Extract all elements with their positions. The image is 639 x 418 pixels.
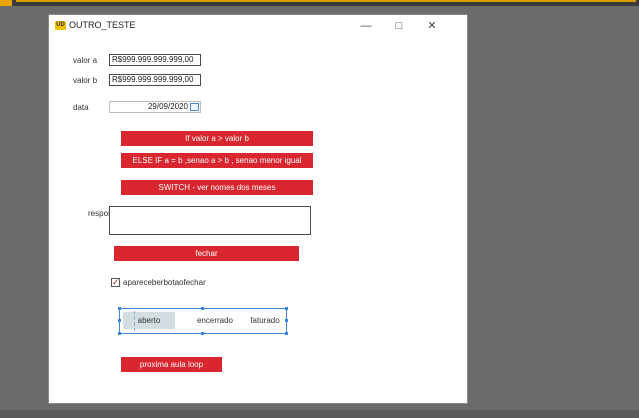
apareceber-checkbox[interactable]: ✓ (111, 278, 120, 287)
minimize-icon[interactable]: — (351, 16, 381, 36)
close-icon[interactable]: ✕ (417, 16, 447, 36)
valor-a-input[interactable]: R$999.999.999.999,00 (109, 54, 201, 66)
window-title: OUTRO_TESTE (69, 20, 136, 30)
taskbar-top (0, 0, 639, 6)
resize-handle[interactable] (118, 307, 121, 310)
segment-aberto[interactable]: aberto (123, 312, 175, 329)
taskbar-accent (0, 0, 12, 6)
data-label: data (73, 103, 89, 112)
taskbar-bottom (0, 410, 639, 418)
maximize-icon[interactable]: □ (384, 16, 414, 36)
fechar-button[interactable]: fechar (114, 246, 299, 261)
date-value: 29/09/2020 (147, 102, 188, 111)
focus-dashed-line (134, 311, 135, 331)
proxima-aula-button[interactable]: proxima aula loop (121, 357, 222, 372)
resposta-memo[interactable] (109, 206, 311, 235)
valor-b-input[interactable]: R$999.999.999.999,00 (109, 74, 201, 86)
resize-handle[interactable] (285, 307, 288, 310)
resize-handle[interactable] (118, 319, 121, 322)
segment-encerrado[interactable]: encerrado (190, 312, 240, 329)
else-if-button[interactable]: ELSE IF a = b ,senao a > b , senao menor… (121, 153, 313, 168)
resize-handle[interactable] (201, 332, 204, 335)
switch-button[interactable]: SWITCH - ver nomes dos meses (121, 180, 313, 195)
title-bar[interactable]: UD OUTRO_TESTE — □ ✕ (49, 15, 467, 37)
valor-a-label: valor a (73, 56, 98, 65)
form-window: UD OUTRO_TESTE — □ ✕ valor a R$999.999.9… (48, 14, 468, 404)
taskbar-accent-line (16, 0, 636, 2)
if-button[interactable]: If valor a > valor b (121, 131, 313, 146)
date-picker[interactable]: 29/09/2020 (109, 101, 201, 113)
resize-handle[interactable] (118, 332, 121, 335)
resize-handle[interactable] (201, 307, 204, 310)
calendar-icon[interactable] (190, 103, 199, 111)
checkbox-label: apareceberbotaofechar (123, 278, 206, 287)
app-icon: UD (55, 21, 66, 30)
segment-faturado[interactable]: faturado (242, 312, 288, 329)
resize-handle[interactable] (285, 332, 288, 335)
valor-b-label: valor b (73, 76, 98, 85)
